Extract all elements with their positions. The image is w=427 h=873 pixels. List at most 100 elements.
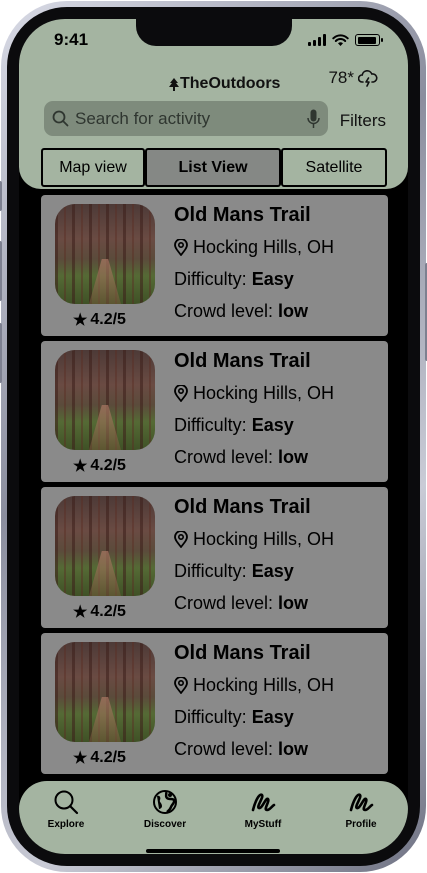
filters-button[interactable]: Filters	[340, 111, 386, 131]
location-pin-icon	[174, 385, 188, 402]
rating: ★ 4.2/5	[73, 602, 126, 622]
trail-location: Hocking Hills, OH	[174, 237, 334, 258]
satellite-view-tab[interactable]: Satellite	[281, 148, 387, 187]
crowd-value: low	[278, 739, 309, 759]
volume-down-button	[0, 323, 2, 383]
status-time: 9:41	[54, 30, 89, 49]
notch	[136, 19, 292, 46]
tab-mystuff[interactable]: MyStuff	[228, 789, 298, 830]
globe-icon	[153, 790, 177, 814]
difficulty-value: Easy	[251, 561, 294, 581]
tab-label: Discover	[143, 819, 187, 830]
tab-profile[interactable]: Profile	[326, 789, 396, 830]
rating-value: 4.2/5	[90, 603, 126, 620]
cellular-signal-icon	[308, 34, 326, 46]
volume-up-button	[0, 241, 2, 301]
difficulty-value: Easy	[251, 707, 294, 727]
crowd-value: low	[278, 593, 309, 613]
crowd-label: Crowd level:	[174, 739, 279, 759]
trail-photo	[55, 496, 155, 596]
trail-location: Hocking Hills, OH	[174, 675, 334, 696]
difficulty-label: Difficulty:	[174, 415, 252, 435]
rating-value: 4.2/5	[90, 311, 126, 328]
difficulty-value: Easy	[251, 269, 294, 289]
star-icon: ★	[73, 312, 88, 329]
search-placeholder: Search for activity	[75, 108, 211, 128]
location-text: Hocking Hills, OH	[193, 675, 335, 695]
trail-card[interactable]: ★ 4.2/5 Old Mans Trail Hocking Hills, OH…	[41, 633, 388, 774]
silent-switch	[0, 181, 2, 211]
thunderstorm-cloud-icon	[358, 70, 378, 87]
brand-name: TheOutdoors	[180, 75, 281, 92]
crowd-label: Crowd level:	[174, 593, 279, 613]
location-pin-icon	[174, 677, 188, 694]
trail-location: Hocking Hills, OH	[174, 529, 334, 550]
screen: 9:41 TheOutdoors 78* Search for activity…	[19, 19, 408, 854]
header: 9:41 TheOutdoors 78* Search for activity…	[19, 19, 408, 189]
rating-value: 4.2/5	[90, 749, 126, 766]
tab-bar: Explore Discover MyStuff Profile	[19, 781, 408, 854]
battery-level	[357, 36, 376, 44]
trail-name: Old Mans Trail	[174, 350, 311, 372]
list-view-tab[interactable]: List View	[145, 148, 281, 187]
scribble-icon	[251, 793, 276, 812]
location-pin-icon	[174, 531, 188, 548]
difficulty-label: Difficulty:	[174, 707, 252, 727]
trail-name: Old Mans Trail	[174, 496, 311, 518]
location-text: Hocking Hills, OH	[193, 383, 335, 403]
rating: ★ 4.2/5	[73, 310, 126, 330]
star-icon: ★	[73, 750, 88, 767]
rating: ★ 4.2/5	[73, 748, 126, 768]
trail-card[interactable]: ★ 4.2/5 Old Mans Trail Hocking Hills, OH…	[41, 487, 388, 628]
difficulty: Difficulty: Easy	[174, 707, 294, 728]
star-icon: ★	[73, 458, 88, 475]
crowd-label: Crowd level:	[174, 301, 279, 321]
crowd-level: Crowd level: low	[174, 593, 308, 614]
temperature: 78*	[328, 68, 354, 87]
difficulty: Difficulty: Easy	[174, 269, 294, 290]
map-view-tab[interactable]: Map view	[41, 148, 145, 187]
location-pin-icon	[174, 239, 188, 256]
tab-label: Profile	[345, 819, 377, 830]
status-icons	[308, 33, 383, 47]
rating: ★ 4.2/5	[73, 456, 126, 476]
microphone-icon[interactable]	[307, 109, 320, 129]
trail-photo	[55, 642, 155, 742]
search-icon	[52, 110, 69, 127]
star-icon: ★	[73, 604, 88, 621]
trail-card[interactable]: ★ 4.2/5 Old Mans Trail Hocking Hills, OH…	[41, 195, 388, 336]
trail-name: Old Mans Trail	[174, 642, 311, 664]
battery-icon	[355, 34, 383, 46]
crowd-value: low	[278, 301, 309, 321]
brand-logo: TheOutdoors	[169, 75, 280, 93]
trail-card[interactable]: ★ 4.2/5 Old Mans Trail Hocking Hills, OH…	[41, 341, 388, 482]
rating-value: 4.2/5	[90, 457, 126, 474]
crowd-level: Crowd level: low	[174, 739, 308, 760]
scribble-icon	[349, 793, 374, 812]
home-indicator[interactable]	[146, 849, 280, 853]
tab-label: Explore	[47, 819, 85, 830]
difficulty-label: Difficulty:	[174, 269, 252, 289]
search-input[interactable]: Search for activity	[44, 101, 328, 136]
crowd-label: Crowd level:	[174, 447, 279, 467]
difficulty: Difficulty: Easy	[174, 561, 294, 582]
trail-photo	[55, 204, 155, 304]
difficulty-value: Easy	[251, 415, 294, 435]
weather-widget[interactable]: 78*	[328, 68, 378, 88]
location-text: Hocking Hills, OH	[193, 237, 335, 257]
crowd-level: Crowd level: low	[174, 301, 308, 322]
tab-explore[interactable]: Explore	[31, 789, 101, 830]
tab-label: MyStuff	[244, 819, 282, 830]
trail-location: Hocking Hills, OH	[174, 383, 334, 404]
crowd-value: low	[278, 447, 309, 467]
tab-discover[interactable]: Discover	[130, 789, 200, 830]
wifi-icon	[332, 33, 349, 46]
difficulty: Difficulty: Easy	[174, 415, 294, 436]
difficulty-label: Difficulty:	[174, 561, 252, 581]
location-text: Hocking Hills, OH	[193, 529, 335, 549]
trail-name: Old Mans Trail	[174, 204, 311, 226]
trail-photo	[55, 350, 155, 450]
search-icon	[54, 790, 79, 815]
crowd-level: Crowd level: low	[174, 447, 308, 468]
view-switcher: Map view List View Satellite	[41, 148, 387, 187]
